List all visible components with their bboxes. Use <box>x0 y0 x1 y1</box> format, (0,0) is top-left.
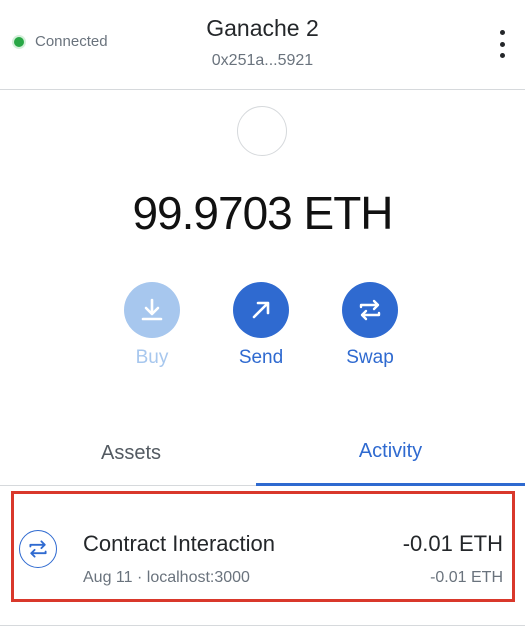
activity-list-item[interactable]: Contract Interaction Aug 11 · localhost:… <box>11 491 515 602</box>
app-header: Connected Ganache 2 0x251a...5921 <box>0 0 525 90</box>
transaction-date: Aug 11 <box>83 569 133 586</box>
swap-arrows-icon <box>19 530 57 568</box>
separator-dot: · <box>136 569 147 586</box>
download-icon <box>124 282 180 338</box>
arrow-up-right-icon <box>233 282 289 338</box>
transaction-meta: Aug 11 · localhost:3000 <box>83 569 250 587</box>
divider <box>0 625 525 626</box>
send-label: Send <box>238 347 284 368</box>
kebab-menu-icon[interactable] <box>494 30 510 58</box>
tab-bar: Assets Activity <box>0 420 525 486</box>
swap-label: Swap <box>346 347 394 368</box>
transaction-title: Contract Interaction <box>83 531 275 556</box>
buy-button[interactable]: Buy <box>107 282 197 369</box>
account-identicon <box>237 106 287 156</box>
balance-amount: 99.9703 ETH <box>132 187 393 239</box>
tab-assets[interactable]: Assets <box>0 420 262 486</box>
account-name[interactable]: Ganache 2 <box>0 15 525 42</box>
tab-activity[interactable]: Activity <box>256 420 525 486</box>
swap-button[interactable]: Swap <box>325 282 415 369</box>
transaction-amount: -0.01 ETH <box>402 531 503 556</box>
buy-label: Buy <box>135 347 169 368</box>
swap-arrows-icon <box>342 282 398 338</box>
account-address[interactable]: 0x251a...5921 <box>0 52 525 70</box>
transaction-origin: localhost:3000 <box>146 569 250 586</box>
transaction-amount-secondary: -0.01 ETH <box>430 569 503 586</box>
send-button[interactable]: Send <box>216 282 306 369</box>
